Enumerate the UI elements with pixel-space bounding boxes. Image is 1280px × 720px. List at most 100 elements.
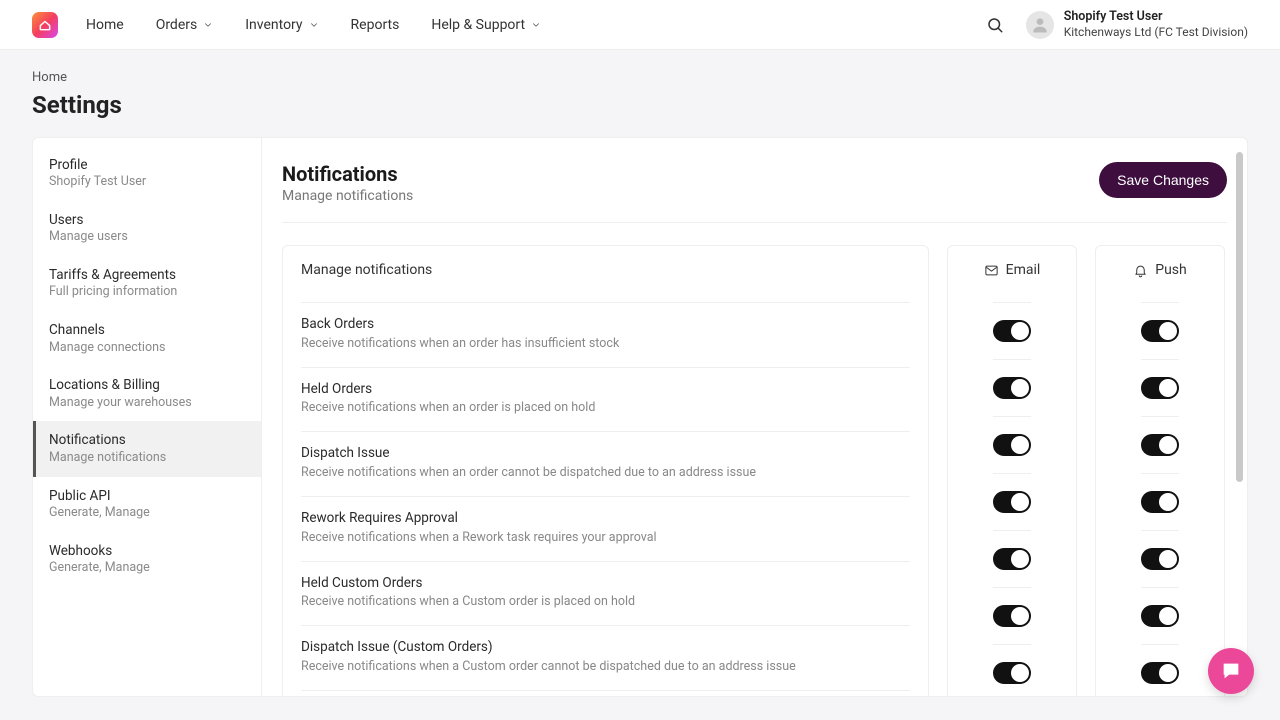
notification-title: Dispatch Issue: [301, 444, 910, 464]
nav-item-label: Orders: [156, 17, 198, 33]
nav-item-label: Reports: [351, 17, 400, 33]
nav-item-label: Inventory: [245, 17, 302, 33]
notification-title: Dispatch Issue (Custom Orders): [301, 638, 910, 658]
toggle-email[interactable]: [993, 491, 1031, 513]
toggle-push[interactable]: [1141, 548, 1179, 570]
home-icon: [38, 18, 52, 32]
toggle-row: [993, 302, 1031, 359]
notification-row: Rework Requires ApprovalReceive notifica…: [301, 496, 910, 561]
search-button[interactable]: [986, 16, 1004, 34]
sidebar-item-title: Users: [49, 211, 245, 229]
notification-desc: Receive notifications when an order cann…: [301, 464, 910, 482]
sidebar-item-title: Locations & Billing: [49, 376, 245, 394]
nav-item-label: Home: [86, 17, 124, 33]
toggle-row: [993, 530, 1031, 587]
sidebar-item-public-api[interactable]: Public APIGenerate, Manage: [33, 477, 261, 532]
toggle-email[interactable]: [993, 377, 1031, 399]
toggle-row: [993, 359, 1031, 416]
section-subtitle: Manage notifications: [282, 188, 413, 204]
notification-row: Held OrdersReceive notifications when an…: [301, 367, 910, 432]
sidebar-item-title: Public API: [49, 487, 245, 505]
notification-list-header: Manage notifications: [301, 262, 910, 302]
notification-title: Rework Requires Approval: [301, 509, 910, 529]
sidebar-item-title: Notifications: [49, 431, 245, 449]
toggle-push[interactable]: [1141, 605, 1179, 627]
sidebar-item-sub: Manage notifications: [49, 450, 245, 467]
toggle-push[interactable]: [1141, 377, 1179, 399]
sidebar-item-sub: Shopify Test User: [49, 174, 245, 191]
sidebar-item-title: Profile: [49, 156, 245, 174]
user-menu[interactable]: Shopify Test User Kitchenways Ltd (FC Te…: [1026, 9, 1248, 40]
bell-icon: [1133, 263, 1148, 278]
channel-email-column: Email: [947, 245, 1077, 697]
toggle-row: [993, 644, 1031, 697]
toggle-email[interactable]: [993, 548, 1031, 570]
avatar: [1026, 11, 1054, 39]
channel-email-label: Email: [1006, 262, 1041, 278]
brand-logo[interactable]: [32, 12, 58, 38]
nav-item-inventory[interactable]: Inventory: [245, 17, 318, 33]
nav-item-reports[interactable]: Reports: [351, 17, 400, 33]
sidebar-item-sub: Generate, Manage: [49, 505, 245, 522]
sidebar-item-sub: Manage users: [49, 229, 245, 246]
sidebar-item-sub: Full pricing information: [49, 284, 245, 301]
notification-row: Held Custom OrdersReceive notifications …: [301, 561, 910, 626]
notification-row: Carrier IssueReceive notifications when …: [301, 690, 910, 697]
notification-desc: Receive notifications when an order has …: [301, 335, 910, 353]
sidebar-item-sub: Manage your warehouses: [49, 395, 245, 412]
user-org: Kitchenways Ltd (FC Test Division): [1064, 25, 1248, 40]
settings-sidebar: ProfileShopify Test UserUsersManage user…: [32, 137, 262, 697]
chevron-down-icon: [309, 20, 319, 30]
sidebar-item-locations-billing[interactable]: Locations & BillingManage your warehouse…: [33, 366, 261, 421]
user-icon: [1030, 15, 1050, 35]
section-title: Notifications: [282, 162, 413, 186]
sidebar-item-notifications[interactable]: NotificationsManage notifications: [33, 421, 261, 476]
notification-row: Dispatch IssueReceive notifications when…: [301, 431, 910, 496]
notification-desc: Receive notifications when a Custom orde…: [301, 593, 910, 611]
toggle-email[interactable]: [993, 434, 1031, 456]
notification-desc: Receive notifications when a Custom orde…: [301, 658, 910, 676]
toggle-push[interactable]: [1141, 320, 1179, 342]
toggle-row: [1141, 416, 1179, 473]
nav-item-help-support[interactable]: Help & Support: [431, 17, 541, 33]
sidebar-item-webhooks[interactable]: WebhooksGenerate, Manage: [33, 532, 261, 587]
toggle-row: [1141, 473, 1179, 530]
sidebar-item-profile[interactable]: ProfileShopify Test User: [33, 146, 261, 201]
sidebar-item-title: Channels: [49, 321, 245, 339]
sidebar-item-title: Tariffs & Agreements: [49, 266, 245, 284]
toggle-email[interactable]: [993, 605, 1031, 627]
toggle-push[interactable]: [1141, 662, 1179, 684]
search-icon: [986, 16, 1004, 34]
toggle-email[interactable]: [993, 662, 1031, 684]
sidebar-item-channels[interactable]: ChannelsManage connections: [33, 311, 261, 366]
settings-main: Notifications Manage notifications Save …: [262, 137, 1248, 697]
notification-desc: Receive notifications when an order is p…: [301, 399, 910, 417]
notification-row: Dispatch Issue (Custom Orders)Receive no…: [301, 625, 910, 690]
toggle-row: [1141, 644, 1179, 697]
toggle-row: [1141, 587, 1179, 644]
toggle-row: [993, 587, 1031, 644]
toggle-push[interactable]: [1141, 491, 1179, 513]
sidebar-item-tariffs-agreements[interactable]: Tariffs & AgreementsFull pricing informa…: [33, 256, 261, 311]
nav-item-orders[interactable]: Orders: [156, 17, 214, 33]
chat-fab[interactable]: [1208, 648, 1254, 694]
notification-title: Held Custom Orders: [301, 574, 910, 594]
sidebar-item-sub: Manage connections: [49, 340, 245, 357]
top-navbar: Home Orders Inventory Reports Help & Support…: [0, 0, 1280, 50]
notification-title: Back Orders: [301, 315, 910, 335]
user-name: Shopify Test User: [1064, 9, 1248, 25]
notification-title: Held Orders: [301, 380, 910, 400]
toggle-push[interactable]: [1141, 434, 1179, 456]
notification-desc: Receive notifications when a Rework task…: [301, 529, 910, 547]
toggle-row: [993, 473, 1031, 530]
notification-row: Back OrdersReceive notifications when an…: [301, 302, 910, 367]
toggle-email[interactable]: [993, 320, 1031, 342]
notification-list: Manage notifications Back OrdersReceive …: [282, 245, 929, 697]
save-button[interactable]: Save Changes: [1099, 162, 1227, 198]
nav-item-home[interactable]: Home: [86, 17, 124, 33]
toggle-row: [1141, 302, 1179, 359]
breadcrumb[interactable]: Home: [32, 70, 1248, 85]
toggle-row: [1141, 359, 1179, 416]
mail-icon: [984, 263, 999, 278]
sidebar-item-users[interactable]: UsersManage users: [33, 201, 261, 256]
